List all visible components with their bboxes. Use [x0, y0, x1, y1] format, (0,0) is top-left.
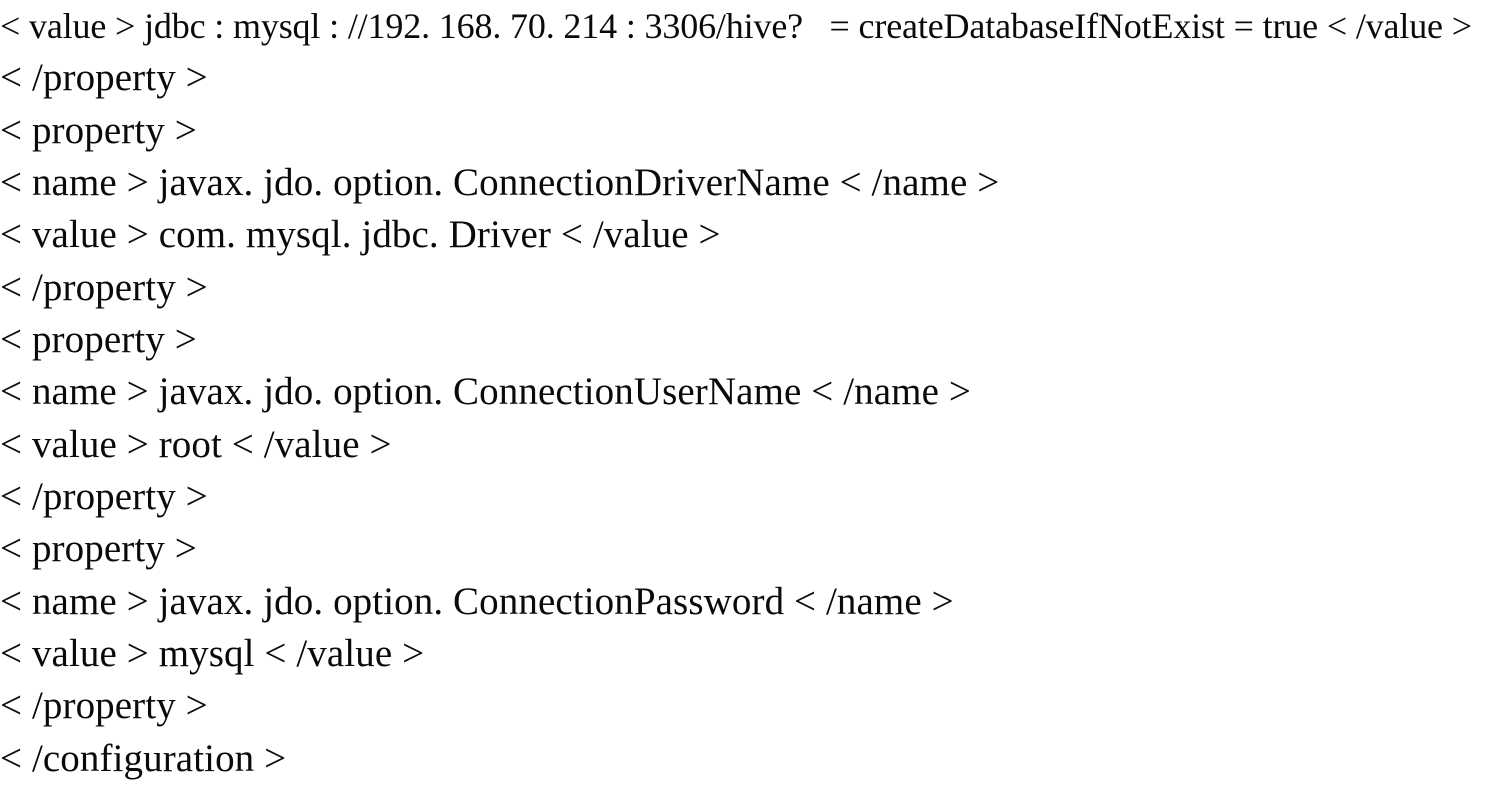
- code-line-1: < value > jdbc : mysql : //192. 168. 70.…: [0, 6, 1472, 46]
- code-line-7: < property >: [0, 318, 197, 361]
- code-line-15: < /configuration >: [0, 737, 287, 780]
- code-line-10: < /property >: [0, 475, 208, 518]
- code-line-9: < value > root < /value >: [0, 423, 392, 466]
- code-line-14: < /property >: [0, 684, 208, 727]
- code-line-3: < property >: [0, 109, 197, 152]
- code-line-8: < name > javax. jdo. option. ConnectionU…: [0, 370, 971, 413]
- code-line-5: < value > com. mysql. jdbc. Driver < /va…: [0, 213, 721, 256]
- code-line-13: < value > mysql < /value >: [0, 632, 425, 675]
- code-line-12: < name > javax. jdo. option. ConnectionP…: [0, 580, 954, 623]
- code-line-11: < property >: [0, 527, 197, 570]
- code-line-2: < /property >: [0, 56, 208, 99]
- code-line-4: < name > javax. jdo. option. ConnectionD…: [0, 161, 1000, 204]
- code-line-6: < /property >: [0, 266, 208, 309]
- xml-configuration-listing: < value > jdbc : mysql : //192. 168. 70.…: [0, 0, 1488, 780]
